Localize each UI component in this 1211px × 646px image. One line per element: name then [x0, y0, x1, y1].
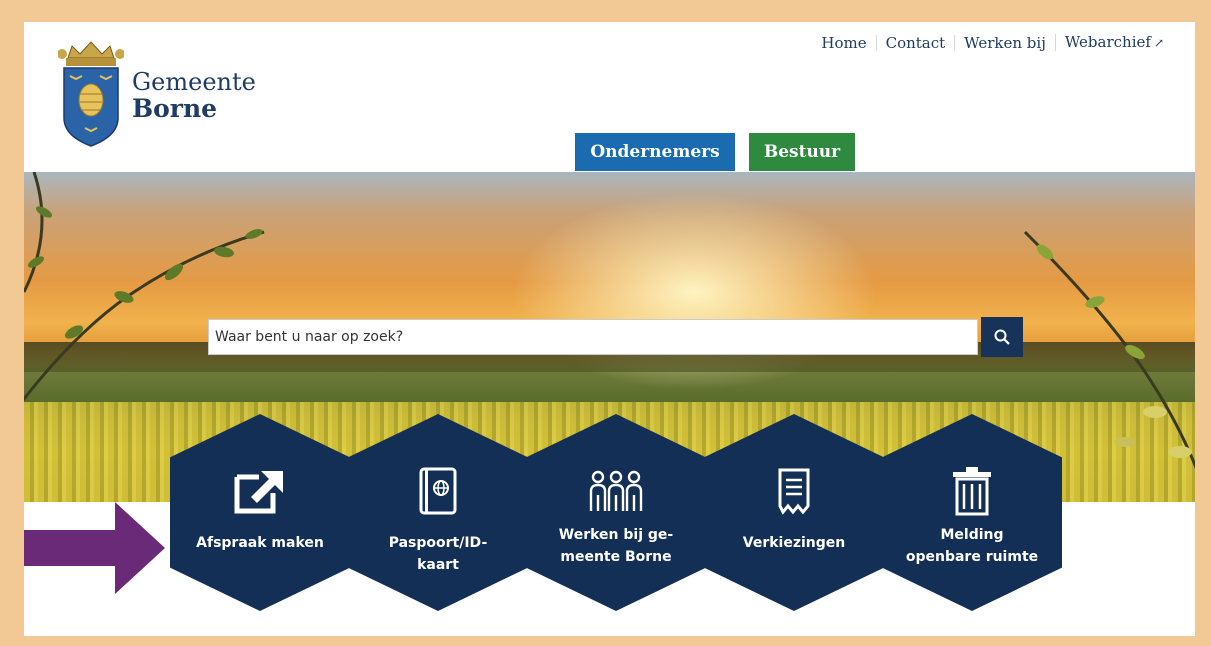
branch-decoration-left [24, 172, 265, 402]
tab-bestuur[interactable]: Bestuur [749, 133, 855, 171]
people-icon [588, 466, 644, 516]
tile-label: Afspraak maken [196, 535, 324, 551]
tile-label: Melding openbare ruimte [905, 527, 1039, 565]
top-navigation: Home Contact Werken bij Webarchief ↗ [812, 34, 1173, 51]
nav-home-link[interactable]: Home [812, 35, 875, 51]
brand-line2: Borne [132, 94, 218, 123]
search-icon [994, 329, 1010, 345]
brand-name[interactable]: Gemeente Borne [132, 70, 256, 121]
ballot-icon [774, 466, 814, 516]
tile-label: Verkiezingen [742, 535, 846, 551]
tile-label: Werken bij ge-meente Borne [558, 527, 674, 565]
passport-icon [418, 466, 458, 516]
page: Gemeente Borne Home Contact Werken bij W… [24, 22, 1195, 636]
external-link-icon: ↗ [1153, 36, 1164, 50]
tile-label: Paspoort/ID-kaart [388, 535, 488, 573]
coat-of-arms-logo[interactable] [58, 40, 124, 148]
tab-ondernemers[interactable]: Ondernemers [575, 133, 735, 171]
nav-werken-bij-link[interactable]: Werken bij [954, 34, 1055, 51]
nav-webarchief-label: Webarchief [1064, 33, 1151, 51]
search-button[interactable] [981, 317, 1023, 357]
nav-contact-link[interactable]: Contact [875, 34, 955, 51]
search-input[interactable]: Waar bent u naar op zoek? [208, 319, 978, 355]
brand-line1: Gemeente [132, 68, 256, 96]
nav-webarchief-link[interactable]: Webarchief ↗ [1054, 33, 1173, 51]
arrow-pointer [24, 502, 165, 594]
trash-icon [951, 466, 993, 516]
external-link-icon [233, 466, 287, 516]
search-placeholder: Waar bent u naar op zoek? [215, 329, 404, 345]
